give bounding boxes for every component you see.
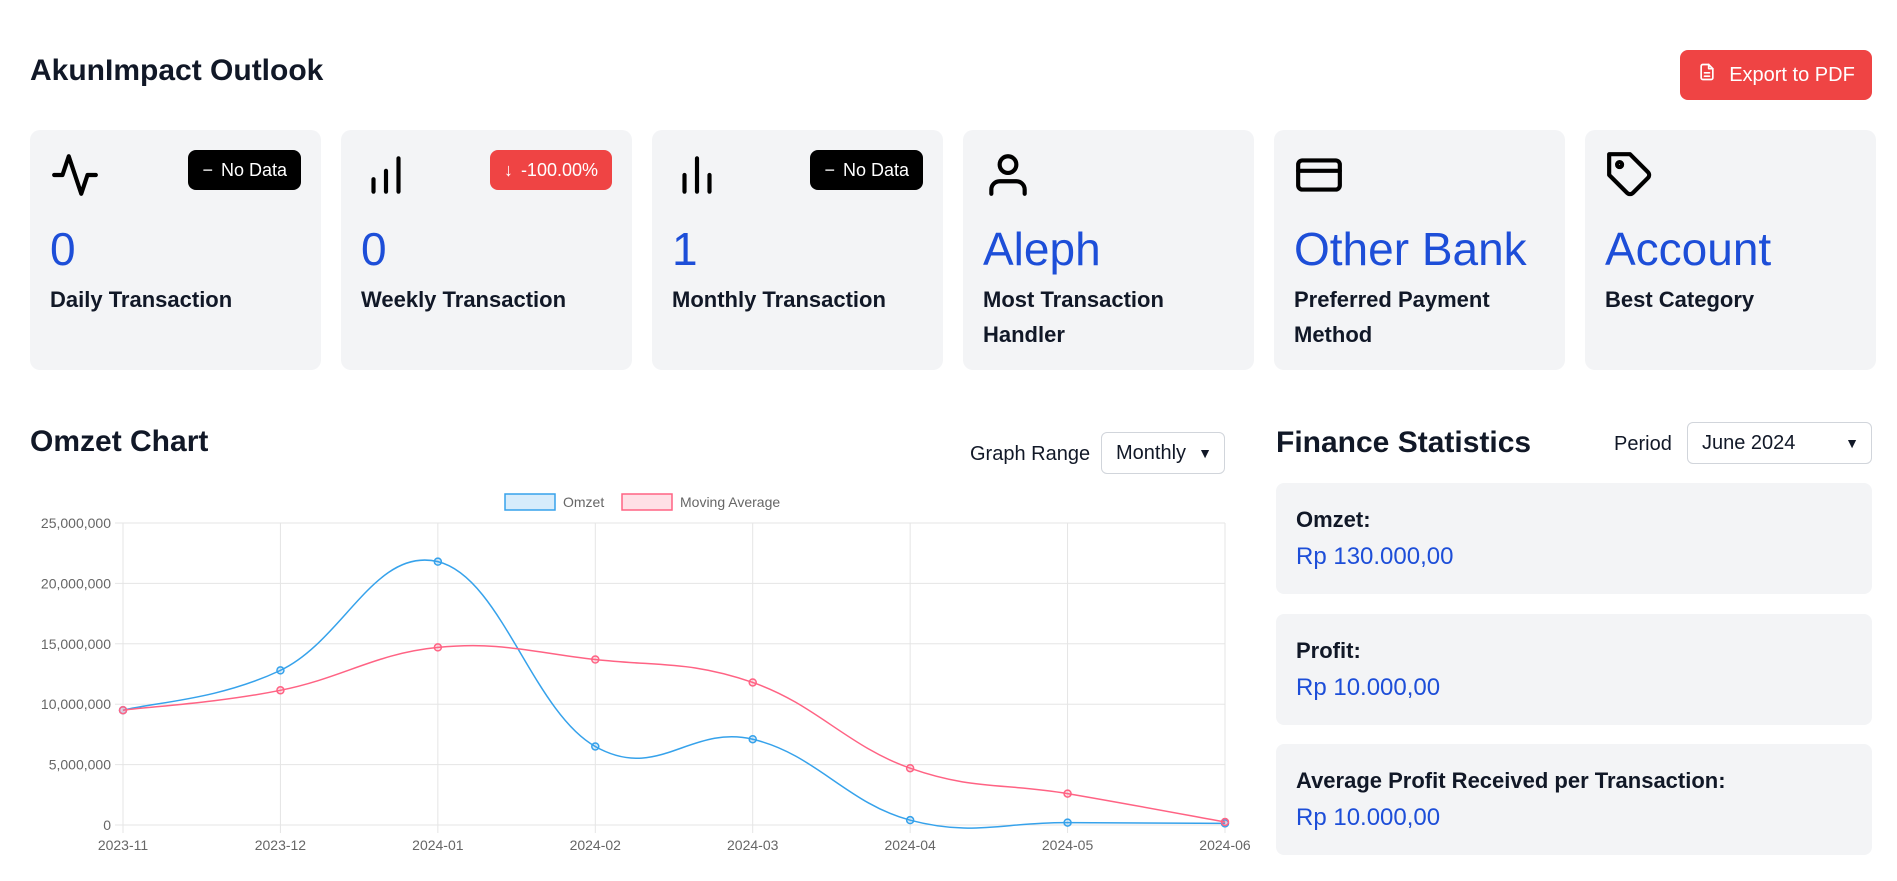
card-value: 1 xyxy=(672,223,698,275)
data-point xyxy=(1220,817,1230,827)
arrow-down-icon: ↓ xyxy=(503,159,513,180)
x-tick-label: 2024-04 xyxy=(884,837,936,853)
card-value: 0 xyxy=(361,223,387,275)
card-label: Daily Transaction xyxy=(50,287,233,312)
chevron-down-icon: ▼ xyxy=(1198,445,1212,461)
minus-icon: − xyxy=(824,159,835,180)
y-tick-label: 15,000,000 xyxy=(41,636,111,652)
card-value: Aleph xyxy=(983,223,1101,275)
omzet-chart-title: Omzet Chart xyxy=(30,425,209,458)
weekly-transaction-card: ↓ -100.00% 0 Weekly Transaction xyxy=(341,130,632,370)
data-point xyxy=(433,557,443,566)
card-label: Most Transaction Handler xyxy=(983,287,1164,347)
card-value: Account xyxy=(1605,223,1772,275)
data-point xyxy=(276,686,285,695)
x-tick-label: 2024-01 xyxy=(412,837,464,853)
x-tick-label: 2024-06 xyxy=(1199,837,1251,853)
transaction-handler-card: Aleph Most Transaction Handler xyxy=(963,130,1254,370)
file-icon xyxy=(1697,62,1717,88)
export-pdf-button[interactable]: Export to PDF xyxy=(1680,50,1872,100)
payment-method-card: Other Bank Preferred Payment Method xyxy=(1274,130,1565,370)
data-point xyxy=(591,655,600,664)
card-label: Preferred Payment Method xyxy=(1294,287,1490,347)
data-point xyxy=(748,734,757,744)
status-badge: ↓ -100.00% xyxy=(489,150,612,190)
export-label: Export to PDF xyxy=(1729,63,1855,86)
data-point xyxy=(118,705,128,715)
legend-label: Moving Average xyxy=(680,494,780,510)
y-tick-label: 20,000,000 xyxy=(41,575,111,591)
omzet-stat: Omzet: Rp 130.000,00 xyxy=(1276,483,1872,594)
minus-icon: − xyxy=(202,159,213,180)
y-tick-label: 25,000,000 xyxy=(41,515,111,531)
series-line-omzet xyxy=(122,559,1226,829)
data-point xyxy=(748,678,757,687)
stat-label: Omzet: xyxy=(1296,507,1371,532)
series-line-moving-average xyxy=(122,644,1226,823)
x-tick-label: 2024-03 xyxy=(727,837,779,853)
period-select[interactable]: June 2024 ▼ xyxy=(1687,422,1872,464)
monthly-transaction-card: − No Data 1 Monthly Transaction xyxy=(652,130,943,370)
data-point xyxy=(905,763,915,773)
period-label: Period xyxy=(1614,433,1672,455)
page-title: AkunImpact Outlook xyxy=(30,54,324,87)
daily-transaction-card: − No Data 0 Daily Transaction xyxy=(30,130,321,370)
x-tick-label: 2023-11 xyxy=(98,837,149,853)
finance-statistics-title: Finance Statistics xyxy=(1276,426,1532,459)
user-icon xyxy=(983,150,1033,200)
x-tick-label: 2023-12 xyxy=(255,837,307,853)
average-profit-stat: Average Profit Received per Transaction:… xyxy=(1276,744,1872,855)
card-label: Weekly Transaction xyxy=(361,287,567,312)
data-point xyxy=(1063,818,1072,827)
y-tick-label: 5,000,000 xyxy=(49,757,111,773)
graph-range-select[interactable]: Monthly ▼ xyxy=(1101,432,1225,474)
status-badge: − No Data xyxy=(810,150,923,190)
legend-swatch xyxy=(504,493,556,511)
card-label: Best Category xyxy=(1605,287,1755,312)
y-tick-label: 0 xyxy=(103,817,111,833)
tag-icon xyxy=(1605,150,1655,200)
data-point xyxy=(1063,789,1072,798)
data-point xyxy=(905,815,915,825)
data-point xyxy=(276,666,285,675)
data-point xyxy=(433,643,443,652)
stat-label: Profit: xyxy=(1296,638,1361,663)
profit-stat: Profit: Rp 10.000,00 xyxy=(1276,614,1872,725)
legend-label: Omzet xyxy=(563,494,604,510)
x-tick-label: 2024-05 xyxy=(1042,837,1094,853)
card-value: Other Bank xyxy=(1294,223,1527,275)
stat-label: Average Profit Received per Transaction: xyxy=(1296,768,1726,793)
stat-value: Rp 130.000,00 xyxy=(1296,543,1454,570)
y-tick-label: 10,000,000 xyxy=(41,696,111,712)
card-label: Monthly Transaction xyxy=(672,287,886,312)
best-category-card: Account Best Category xyxy=(1585,130,1876,370)
chevron-down-icon: ▼ xyxy=(1845,435,1859,451)
legend-swatch xyxy=(621,493,673,511)
data-point xyxy=(591,742,600,751)
x-tick-label: 2024-02 xyxy=(570,837,622,853)
card-value: 0 xyxy=(50,223,76,275)
activity-icon xyxy=(50,150,100,200)
credit-card-icon xyxy=(1294,150,1344,200)
stat-value: Rp 10.000,00 xyxy=(1296,804,1441,831)
bar-chart-icon xyxy=(361,150,411,200)
bar-chart-alt-icon xyxy=(672,150,722,200)
stat-value: Rp 10.000,00 xyxy=(1296,674,1441,701)
status-badge: − No Data xyxy=(188,150,301,190)
graph-range-label: Graph Range xyxy=(970,443,1091,465)
omzet-line-chart: 0 5,000,000 10,000,000 15,000,000 20,000,000… xyxy=(0,480,1260,881)
